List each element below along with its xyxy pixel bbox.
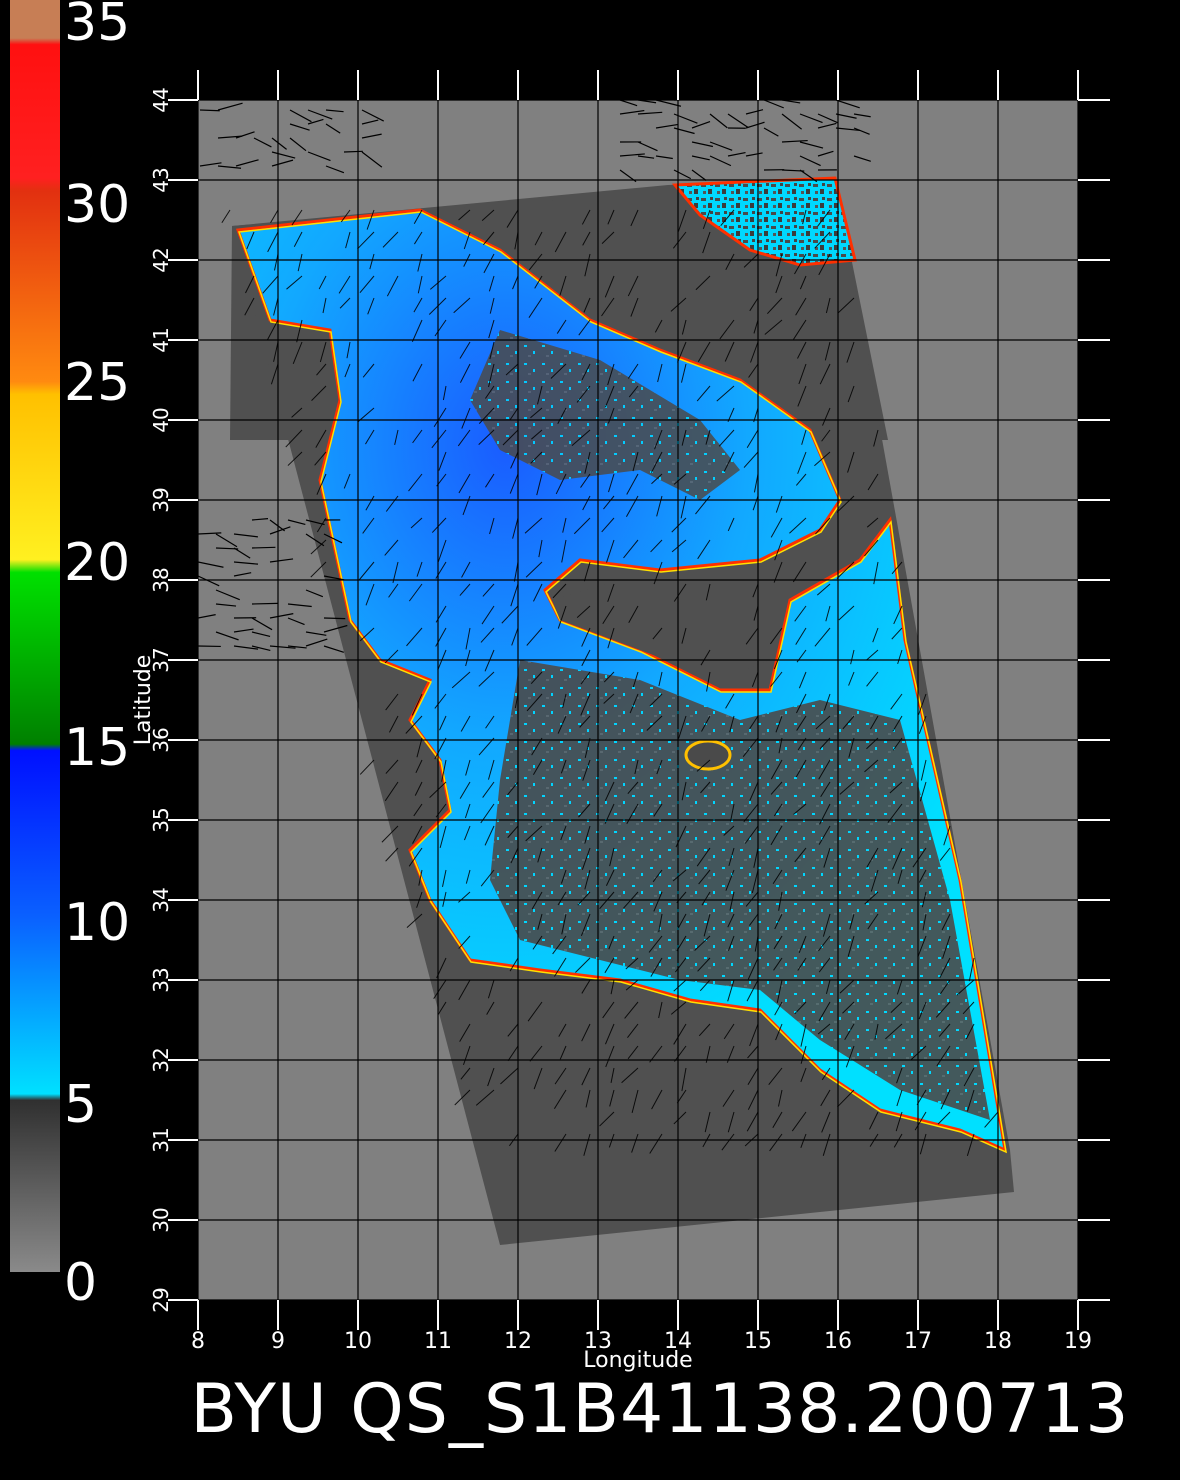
lat-tick-label: 44 <box>149 87 173 112</box>
lat-tick-label: 38 <box>149 567 173 592</box>
lon-tick-label: 17 <box>904 1329 932 1354</box>
wind-vector <box>323 617 346 620</box>
lat-tick-label: 41 <box>149 327 173 352</box>
map-plot: 8 9 10 11 12 13 14 15 16 17 18 19293031323334353637… <box>149 70 1110 1354</box>
wind-vector <box>854 100 857 101</box>
colorbar-label: 35 <box>64 0 130 53</box>
lat-tick-label: 35 <box>149 807 173 832</box>
colorbar-label: 0 <box>64 1253 97 1313</box>
lon-tick-label: 12 <box>504 1329 532 1354</box>
y-axis-label: Latitude <box>131 655 156 746</box>
lon-tick-label: 16 <box>824 1329 852 1354</box>
lat-tick-label: 34 <box>149 887 173 912</box>
wind-vector <box>251 546 276 549</box>
wind-map-figure: 35302520151050 8 9 10 11 12 13 14 15 16 … <box>10 0 1129 1449</box>
colorbar: 35 30 25 20 15 10 5 0 <box>10 0 130 1313</box>
page-title: BYU QS_S1B41138.200713 <box>190 1370 1129 1449</box>
lat-tick-label: 42 <box>149 247 173 272</box>
wind-vector <box>199 109 220 112</box>
lon-tick-label: 10 <box>344 1329 372 1354</box>
lat-tick-label: 39 <box>149 487 173 512</box>
lat-tick-label: 29 <box>149 1287 173 1312</box>
wind-vector <box>251 602 278 605</box>
lat-tick-label: 33 <box>149 967 173 992</box>
lat-tick-label: 30 <box>149 1207 173 1232</box>
colorbar-gradient <box>10 0 60 1272</box>
lon-tick-label: 11 <box>424 1329 452 1354</box>
lon-tick-label: 8 <box>191 1329 205 1354</box>
lon-tick-label: 15 <box>744 1329 772 1354</box>
colorbar-label: 25 <box>64 353 130 413</box>
colorbar-label: 5 <box>64 1075 97 1135</box>
lat-tick-label: 40 <box>149 407 173 432</box>
lat-tick-label: 31 <box>149 1127 173 1152</box>
lat-tick-label: 43 <box>149 167 173 192</box>
wind-vector <box>343 150 363 153</box>
colorbar-label: 20 <box>64 533 130 593</box>
island <box>684 739 732 771</box>
lat-tick-label: 32 <box>149 1047 173 1072</box>
colorbar-label: 30 <box>64 175 130 235</box>
lon-tick-label: 19 <box>1064 1329 1092 1354</box>
colorbar-label: 15 <box>64 718 130 778</box>
lon-tick-label: 9 <box>271 1329 285 1354</box>
lon-tick-label: 18 <box>984 1329 1012 1354</box>
colorbar-label: 10 <box>64 893 130 953</box>
